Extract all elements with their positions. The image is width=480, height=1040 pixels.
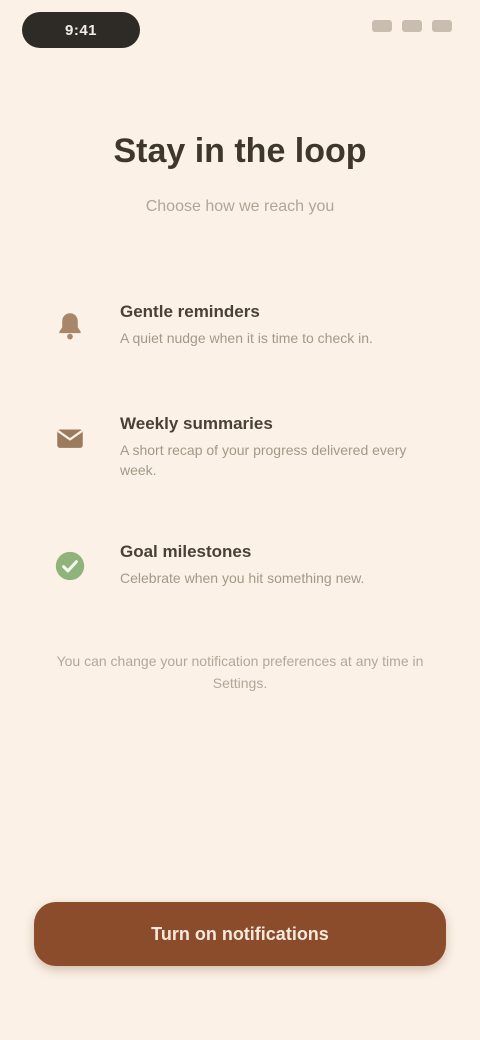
status-time: 9:41 — [64, 21, 98, 39]
bell-icon — [44, 300, 96, 352]
page-subtitle: Choose how we reach you — [145, 198, 335, 215]
feature-item-milestones: Goal milestones Celebrate when you hit s… — [44, 530, 436, 592]
check-icon — [44, 540, 96, 592]
signal-icon — [372, 20, 392, 32]
page-title: Stay in the loop — [113, 132, 367, 170]
feature-desc: A short recap of your progress delivered… — [120, 442, 407, 478]
feature-item-summaries: Weekly summaries A short recap of your p… — [44, 402, 436, 480]
feature-list: Gentle reminders A quiet nudge when it i… — [44, 290, 436, 642]
battery-icon — [432, 20, 452, 32]
envelope-icon — [44, 412, 96, 464]
onboarding-screen: 9:41 Stay in the loop Choose how we reac… — [0, 0, 480, 1040]
settings-note: You can change your notification prefere… — [56, 653, 424, 691]
feature-title: Gentle reminders — [120, 302, 260, 321]
feature-title: Weekly summaries — [120, 414, 273, 433]
feature-item-reminders: Gentle reminders A quiet nudge when it i… — [44, 290, 436, 352]
status-bar: 9:41 — [0, 0, 480, 60]
status-time-pill: 9:41 — [22, 12, 140, 48]
feature-desc: A quiet nudge when it is time to check i… — [120, 330, 373, 346]
status-icons — [372, 20, 452, 32]
feature-title: Goal milestones — [120, 542, 252, 561]
wifi-icon — [402, 20, 422, 32]
enable-notifications-button[interactable]: Turn on notifications — [34, 902, 446, 966]
feature-desc: Celebrate when you hit something new. — [120, 570, 365, 586]
